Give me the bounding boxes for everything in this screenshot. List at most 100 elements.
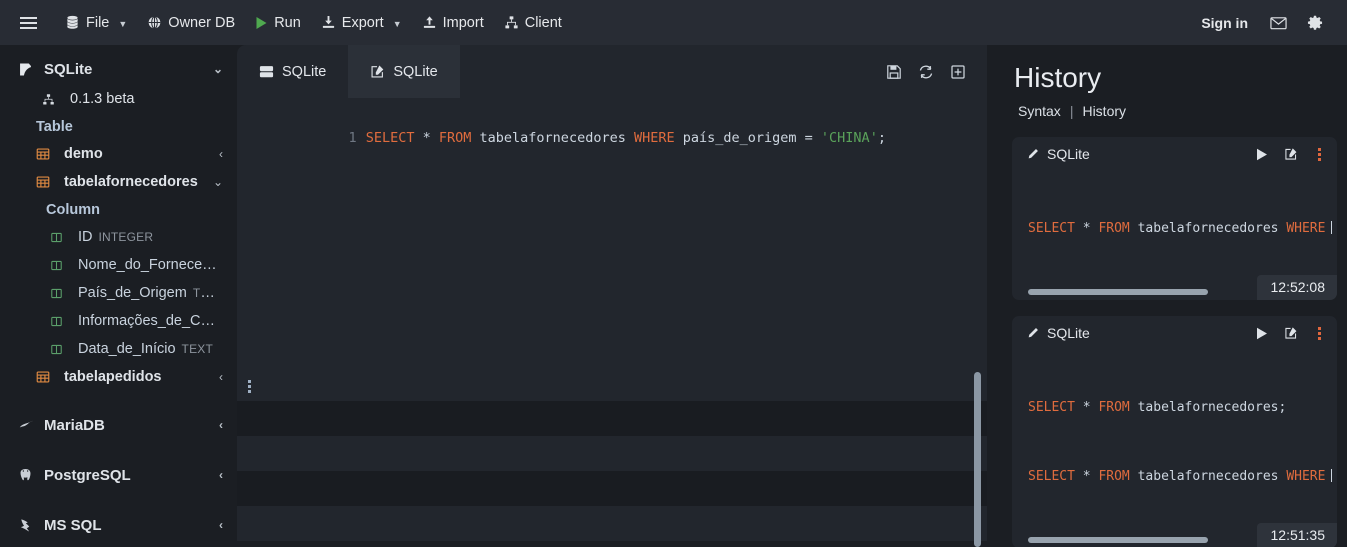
menu-owner-db-label: Owner DB [168,14,236,31]
sql-token: * [1082,469,1091,484]
sidebar-column-pais-de-origem[interactable]: País_de_Origem TEXT [0,279,237,307]
sidebar-table-tabelafornecedores[interactable]: tabelafornecedores ⌄ [0,168,237,196]
hamburger-icon[interactable] [14,9,43,37]
sidebar-table-tabelapedidos[interactable]: tabelapedidos ‹ [0,363,237,391]
sql-token: * [1082,221,1091,236]
sidebar-column-informacoes-de-contato[interactable]: Informações_de_Con... [0,307,237,335]
horizontal-scrollbar[interactable] [1028,289,1208,295]
menu-owner-db[interactable]: Owner DB [137,9,245,37]
menu-file-label: File [86,14,110,31]
app-body: SQLite ⌄ 0.1.3 beta Table demo ‹ tabelaf… [0,45,1347,547]
results-row[interactable] [237,401,987,436]
chevron-left-icon[interactable]: ‹ [219,370,223,384]
run-button[interactable]: Run [245,9,311,37]
network-icon [42,93,62,106]
sidebar-item-sqlite[interactable]: SQLite ⌄ [0,55,237,83]
history-card-engine-label: SQLite [1047,325,1090,341]
pencil-icon [1026,148,1039,161]
chevron-left-icon[interactable]: ‹ [219,418,223,432]
play-icon[interactable] [1256,327,1268,340]
sqlite-icon [18,62,38,77]
tab-sqlite-connection-label: SQLite [282,63,327,80]
tab-syntax[interactable]: Syntax [1018,103,1061,119]
chevron-down-icon[interactable]: ⌄ [213,62,223,76]
text-cursor [1331,221,1333,234]
sidebar-column-header: Column [46,201,100,218]
history-code-line: SELECT * FROM tabelafornecedores WHERE [1028,217,1337,240]
vertical-scrollbar[interactable] [974,372,981,547]
sidebar-column-data-de-inicio[interactable]: Data_de_Início TEXT [0,335,237,363]
sql-token: WHERE [1286,469,1326,484]
sql-token: ; [877,130,886,146]
sidebar-table-tabelapedidos-label: tabelapedidos [64,369,162,385]
refresh-icon[interactable] [918,64,934,80]
horizontal-scrollbar[interactable] [1028,537,1208,543]
add-tab-icon[interactable] [950,64,966,80]
sidebar-item-version[interactable]: 0.1.3 beta [0,85,237,113]
save-icon[interactable] [886,64,902,80]
sidebar: SQLite ⌄ 0.1.3 beta Table demo ‹ tabelaf… [0,45,237,547]
results-row[interactable] [237,506,987,541]
tab-sqlite-connection[interactable]: SQLite [237,45,348,98]
editor-area: SQLite SQLite 1 SELECT * FROM tabelaforn… [237,45,1000,547]
menu-client[interactable]: Client [494,9,572,37]
upload-icon [422,15,437,30]
sidebar-item-postgresql[interactable]: PostgreSQL ‹ [0,461,237,489]
kebab-icon[interactable] [1314,146,1325,163]
results-row[interactable] [237,366,987,401]
envelope-icon[interactable] [1262,10,1295,36]
history-card-actions [1256,146,1325,163]
sidebar-column-nome-do-fornecedor[interactable]: Nome_do_Fornecedo... [0,251,237,279]
history-card[interactable]: SQLite SELEC [1012,137,1337,300]
sql-token: tabelafornecedores [471,130,634,146]
pencil-icon [1026,327,1039,340]
code-line-1: 1 SELECT * FROM tabelafornecedores WHERE … [237,108,987,168]
sidebar-column-data-label: Data_de_Início TEXT [78,341,214,357]
results-row[interactable] [237,436,987,471]
sidebar-item-mariadb[interactable]: MariaDB ‹ [0,411,237,439]
results-grid[interactable] [237,366,987,547]
chevron-left-icon[interactable]: ‹ [219,468,223,482]
results-row[interactable] [237,471,987,506]
history-card[interactable]: SQLite SELEC [1012,316,1337,547]
run-button-label: Run [274,14,301,31]
mssql-icon [18,518,38,533]
menu-file[interactable]: File ▼ [55,9,137,37]
sql-token: SELECT [1028,400,1075,415]
history-code-line: SELECT * FROM tabelafornecedores WHERE [1028,465,1337,488]
sidebar-item-mssql[interactable]: MS SQL ‹ [0,511,237,539]
sql-token: país_de_origem = [674,130,821,146]
sql-token: 'CHINA' [820,130,878,146]
chevron-left-icon[interactable]: ‹ [219,518,223,532]
tab-sqlite-query[interactable]: SQLite [348,45,460,98]
menu-export[interactable]: Export ▼ [311,9,412,37]
gear-icon[interactable] [1299,9,1331,37]
menu-export-label: Export [341,14,384,31]
kebab-icon[interactable] [1314,325,1325,342]
play-icon[interactable] [1256,148,1268,161]
tab-history[interactable]: History [1082,103,1126,119]
sidebar-table-header: Table [36,118,73,135]
top-toolbar-right: Sign in [1191,9,1331,37]
sidebar-item-mariadb-label: MariaDB [44,416,105,434]
edit-square-icon[interactable] [1284,326,1298,340]
chevron-down-icon[interactable]: ⌄ [213,175,223,189]
menu-import[interactable]: Import [412,9,494,37]
chevron-left-icon[interactable]: ‹ [219,147,223,161]
history-tabs: Syntax | History [1012,103,1337,119]
sign-in-button[interactable]: Sign in [1191,9,1258,37]
edit-square-icon[interactable] [1284,147,1298,161]
row-menu-icon[interactable] [248,380,251,393]
sidebar-column-id[interactable]: ID INTEGER [0,223,237,251]
sql-token: FROM [1098,221,1130,236]
sidebar-version-label: 0.1.3 beta [70,91,135,107]
sidebar-table-demo[interactable]: demo ‹ [0,140,237,168]
column-icon [50,231,70,244]
history-title: History [1014,62,1102,93]
sql-code-editor[interactable]: 1 SELECT * FROM tabelafornecedores WHERE … [237,98,987,366]
column-type: TEXT [181,342,214,356]
column-icon [50,315,70,328]
sql-token: tabelafornecedores [1129,221,1287,236]
